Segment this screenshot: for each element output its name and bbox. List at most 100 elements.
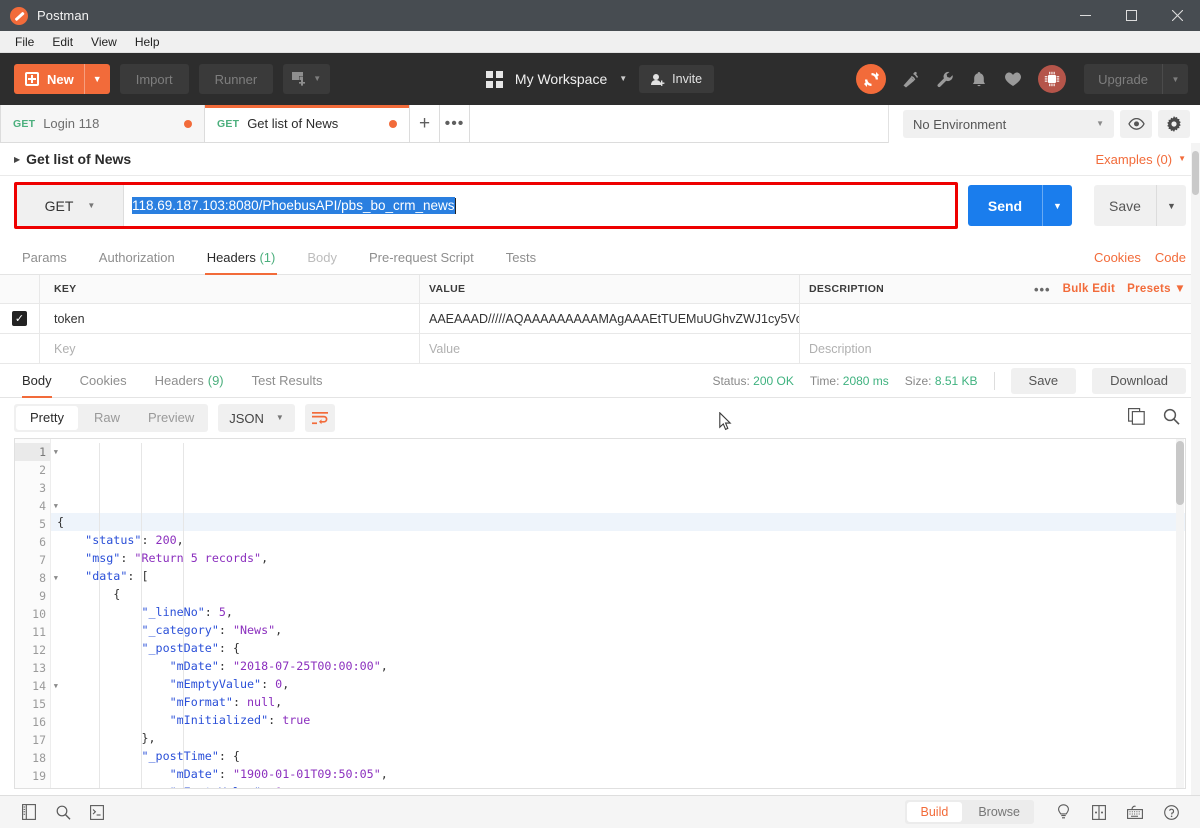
bulk-edit-button[interactable]: Bulk Edit: [1063, 283, 1116, 295]
table-row-empty[interactable]: Key Value Description: [0, 334, 1200, 364]
presets-button[interactable]: Presets ▼: [1127, 283, 1186, 295]
header-value-input[interactable]: AAEAAAD/////AQAAAAAAAAAMAgAAAEtTUEMuUGhv…: [420, 304, 800, 333]
response-body-code[interactable]: 1▼234▼5▼678▼91011121314▼1516171819202122…: [14, 438, 1186, 789]
runner-button[interactable]: Runner: [198, 64, 274, 94]
browse-tab[interactable]: Browse: [964, 800, 1034, 824]
headers-more-button[interactable]: •••: [1034, 282, 1051, 297]
line-number: 14 ▼: [32, 679, 58, 693]
response-download-button[interactable]: Download: [1092, 367, 1186, 394]
environment-select[interactable]: No Environment ▼: [903, 110, 1114, 138]
request-tab-login-118[interactable]: GET Login 118: [0, 105, 205, 142]
request-tab-strip: GET Login 118 GET Get list of News + •••…: [0, 105, 1200, 143]
response-tab-body[interactable]: Body: [14, 364, 66, 398]
upgrade-button[interactable]: Upgrade ▼: [1084, 64, 1188, 94]
row-enabled-checkbox[interactable]: ✓: [0, 304, 40, 333]
settings-button[interactable]: [1158, 110, 1190, 138]
new-tab-button[interactable]: +: [410, 105, 440, 142]
save-button[interactable]: Save: [1094, 185, 1156, 226]
code-link[interactable]: Code: [1155, 250, 1186, 265]
sync-icon[interactable]: [856, 64, 887, 94]
header-description-input-empty[interactable]: Description: [800, 334, 1200, 363]
unsaved-dot-icon: [184, 119, 192, 128]
import-button[interactable]: Import: [119, 64, 189, 94]
close-button[interactable]: [1154, 0, 1200, 31]
build-tab[interactable]: Build: [906, 802, 963, 822]
body-format-select[interactable]: JSON ▼: [218, 404, 295, 432]
tab-options-button[interactable]: •••: [440, 105, 470, 142]
new-dropdown-caret[interactable]: ▼: [83, 64, 110, 94]
examples-button[interactable]: Examples (0) ▼: [1096, 152, 1187, 167]
send-button[interactable]: Send: [968, 185, 1042, 226]
response-save-button[interactable]: Save: [1010, 367, 1077, 394]
mouse-cursor: [719, 411, 732, 434]
send-options-caret[interactable]: ▼: [1042, 185, 1072, 226]
invite-button[interactable]: Invite: [639, 65, 715, 93]
workspace-caret-icon[interactable]: ▼: [619, 75, 627, 83]
mode-raw[interactable]: Raw: [80, 404, 134, 432]
header-description-input[interactable]: [800, 304, 1200, 333]
collapse-triangle-icon[interactable]: ▶: [14, 155, 20, 164]
help-icon[interactable]: [1154, 796, 1188, 828]
header-key-input-empty[interactable]: Key: [40, 334, 420, 363]
table-row[interactable]: ✓ token AAEAAAD/////AQAAAAAAAAAMAgAAAEtT…: [0, 304, 1200, 334]
line-number: 15: [32, 697, 46, 711]
minimize-button[interactable]: [1062, 0, 1108, 31]
response-tab-test-results[interactable]: Test Results: [238, 364, 337, 398]
code-line: "data": [: [85, 569, 149, 583]
word-wrap-button[interactable]: [304, 404, 335, 432]
header-checkbox-column: [0, 275, 40, 303]
layout-icon[interactable]: [1082, 796, 1116, 828]
menu-item-help[interactable]: Help: [126, 33, 169, 51]
copy-button[interactable]: [1128, 408, 1145, 428]
tab-pre-request-script[interactable]: Pre-request Script: [353, 250, 490, 274]
bell-icon[interactable]: [964, 64, 994, 94]
tab-method: GET: [217, 117, 240, 130]
new-window-button[interactable]: ▼: [283, 64, 331, 94]
wrench-icon[interactable]: [930, 64, 960, 94]
chip-icon[interactable]: [1038, 65, 1067, 93]
body-toolbar-right: [1128, 408, 1186, 428]
environment-quick-look-button[interactable]: [1120, 110, 1152, 138]
json-code-area[interactable]: { "status": 200, "msg": "Return 5 record…: [51, 439, 1185, 788]
tab-headers[interactable]: Headers (1): [191, 250, 292, 275]
response-tab-headers[interactable]: Headers (9): [141, 364, 238, 398]
http-method-select[interactable]: GET ▼: [17, 185, 124, 226]
heart-icon[interactable]: [998, 64, 1028, 94]
code-line: "mFormat": null,: [169, 695, 283, 709]
workspace-name[interactable]: My Workspace: [515, 71, 607, 87]
row-enabled-checkbox-empty[interactable]: [0, 334, 40, 363]
save-options-caret[interactable]: ▼: [1156, 185, 1186, 226]
bulb-icon[interactable]: [1046, 796, 1080, 828]
request-tab-get-list-of-news[interactable]: GET Get list of News: [205, 105, 410, 142]
mode-pretty[interactable]: Pretty: [16, 406, 78, 430]
menu-item-file[interactable]: File: [6, 33, 43, 51]
header-value-input-empty[interactable]: Value: [420, 334, 800, 363]
satellite-icon[interactable]: [896, 64, 926, 94]
menu-item-view[interactable]: View: [82, 33, 126, 51]
keyboard-icon[interactable]: [1118, 796, 1152, 828]
url-input[interactable]: 118.69.187.103:8080/PhoebusAPI/pbs_bo_cr…: [124, 185, 955, 226]
mode-preview[interactable]: Preview: [134, 404, 208, 432]
search-button[interactable]: [1163, 408, 1180, 428]
headers-table-header-row: KEY VALUE DESCRIPTION ••• Bulk Edit Pres…: [0, 275, 1200, 304]
console-icon[interactable]: [80, 796, 114, 828]
sidebar-toggle-icon[interactable]: [12, 796, 46, 828]
menu-item-edit[interactable]: Edit: [43, 33, 82, 51]
tab-params[interactable]: Params: [14, 250, 83, 274]
find-icon[interactable]: [46, 796, 80, 828]
maximize-button[interactable]: [1108, 0, 1154, 31]
response-tab-cookies[interactable]: Cookies: [66, 364, 141, 398]
cookies-link[interactable]: Cookies: [1094, 250, 1141, 265]
page-scrollbar[interactable]: [1191, 143, 1200, 795]
tab-tests[interactable]: Tests: [490, 250, 552, 274]
page-scrollbar-thumb[interactable]: [1192, 151, 1199, 195]
code-scrollbar-thumb[interactable]: [1176, 441, 1184, 505]
upgrade-caret-icon[interactable]: ▼: [1162, 64, 1188, 94]
header-key-input[interactable]: token: [40, 304, 420, 333]
new-button[interactable]: New ▼: [14, 64, 110, 94]
tab-headers-label: Headers: [206, 250, 256, 265]
http-method-value: GET: [44, 197, 74, 214]
save-button-group: Save ▼: [1094, 185, 1186, 226]
tab-authorization[interactable]: Authorization: [83, 250, 191, 274]
tab-body[interactable]: Body: [291, 250, 353, 274]
